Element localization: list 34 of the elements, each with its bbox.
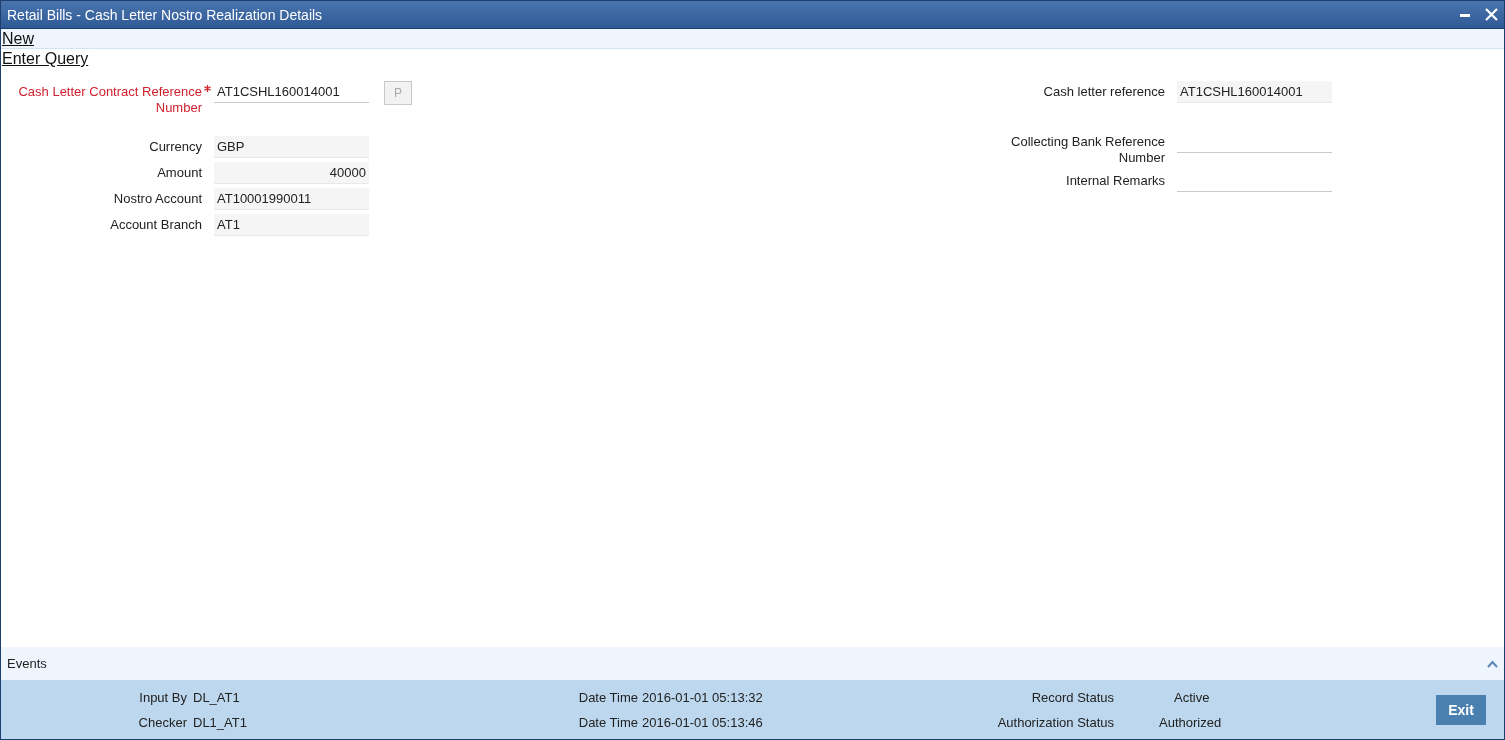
audit-label: Date Time <box>577 689 639 705</box>
field-label: Cash letter reference <box>1042 83 1165 100</box>
close-button[interactable] <box>1485 8 1498 21</box>
field-label: Nostro Account <box>112 190 202 207</box>
audit-label: Date Time <box>577 714 639 730</box>
input-field[interactable]: GBP <box>214 136 369 158</box>
audit-value: DL1_AT1 <box>193 714 247 730</box>
audit-value: DL_AT1 <box>193 689 241 705</box>
field-label: Currency <box>148 138 202 155</box>
audit-value: 2016-01-01 05:13:46 <box>642 714 764 730</box>
asterisk-icon <box>204 85 211 92</box>
audit-label: Checker <box>137 714 188 730</box>
input-field[interactable]: AT1CSHL160014001 <box>1177 81 1332 103</box>
field-label: Account Branch <box>109 216 202 233</box>
audit-label: Authorization Status <box>996 714 1114 730</box>
close-icon <box>1485 8 1498 21</box>
toolbar-link[interactable]: Enter Query <box>1 49 89 68</box>
audit-value: Authorized <box>1158 714 1222 730</box>
window-title: Retail Bills - Cash Letter Nostro Realization Details <box>7 6 323 23</box>
audit-value: Active <box>1173 689 1210 705</box>
field-label: Internal Remarks <box>1065 172 1165 189</box>
chevron-up-icon[interactable] <box>1487 659 1498 668</box>
field-label: Amount <box>156 164 202 181</box>
audit-value: 2016-01-01 05:13:32 <box>642 689 764 705</box>
input-field[interactable]: AT1 <box>214 214 369 236</box>
input-field[interactable]: AT10001990011 <box>214 188 369 210</box>
field-label: Collecting Bank Reference Number <box>1010 133 1165 166</box>
field-label: Cash Letter Contract Reference Number <box>17 83 202 116</box>
events-label[interactable]: Events <box>7 656 47 671</box>
toolbar-link[interactable]: New <box>1 29 34 48</box>
exit-button[interactable]: Exit <box>1436 694 1486 725</box>
audit-label: Record Status <box>1030 689 1114 705</box>
audit-label: Input By <box>138 689 188 705</box>
input-field[interactable]: 40000 <box>214 162 369 184</box>
